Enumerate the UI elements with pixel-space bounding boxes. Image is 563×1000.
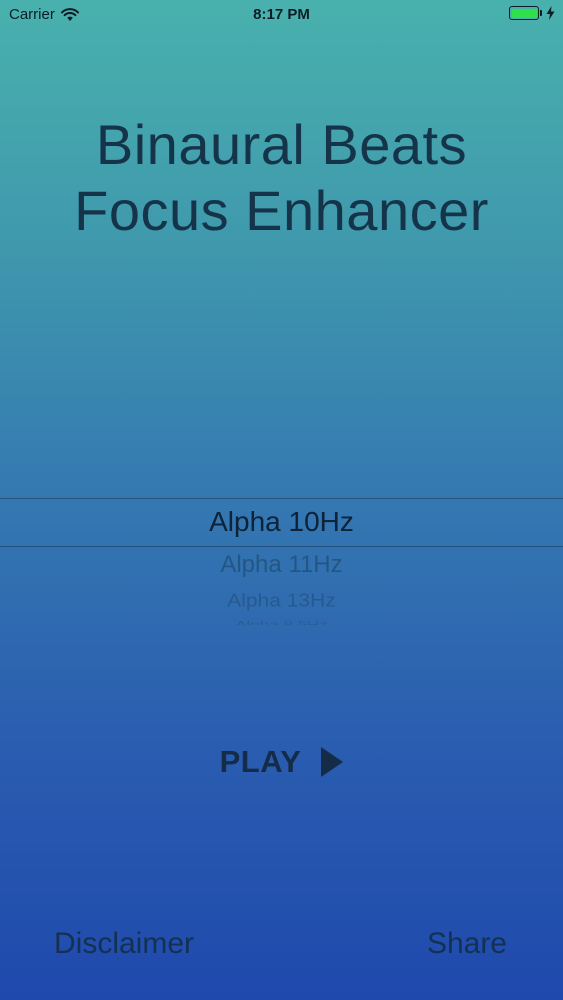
title-line-1: Binaural Beats <box>95 113 468 176</box>
picker-selection-top-line <box>0 498 563 499</box>
share-button[interactable]: Share <box>427 925 507 963</box>
play-label: PLAY <box>219 744 302 779</box>
battery-tip <box>540 10 542 16</box>
battery-fill <box>511 8 537 18</box>
picker-item[interactable]: Alpha 11Hz <box>0 550 563 580</box>
battery-icon <box>509 6 539 20</box>
status-time: 8:17 PM <box>253 6 310 23</box>
app-title: Binaural Beats Focus Enhancer <box>0 112 563 244</box>
disclaimer-button[interactable]: Disclaimer <box>54 925 194 963</box>
status-bar: Carrier 8:17 PM <box>0 0 563 30</box>
play-button[interactable]: PLAY <box>0 738 563 786</box>
title-line-2: Focus Enhancer <box>74 179 489 242</box>
frequency-picker[interactable]: Alpha 10Hz Alpha 11Hz Alpha 13Hz Alpha 8… <box>0 498 563 648</box>
play-triangle-icon <box>321 747 344 777</box>
picker-item[interactable]: Alpha 13Hz <box>0 590 563 613</box>
picker-item-selected[interactable]: Alpha 10Hz <box>0 504 563 540</box>
picker-selection-bottom-line <box>0 546 563 547</box>
picker-item[interactable]: Alpha 8.5Hz <box>0 619 563 625</box>
charging-bolt-icon <box>546 6 555 20</box>
status-right <box>509 6 555 20</box>
